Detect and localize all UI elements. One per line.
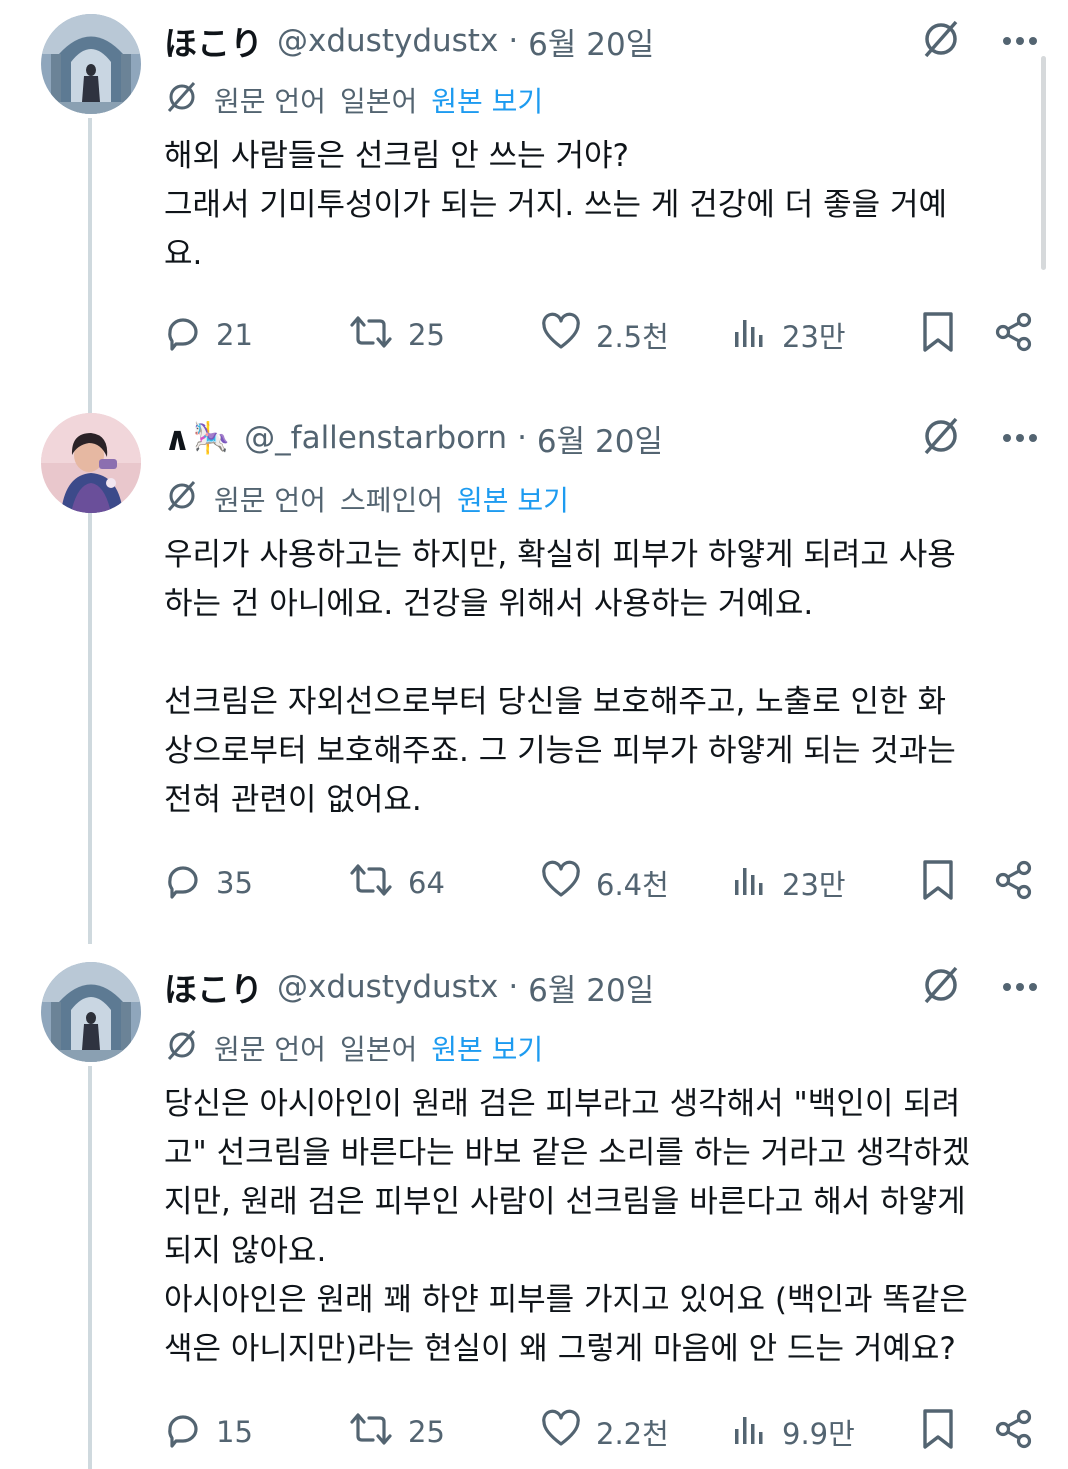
- date[interactable]: 6월 20일: [537, 416, 663, 461]
- scrollbar[interactable]: [1041, 56, 1046, 270]
- action-bar: 21 25 2.5천 23만: [162, 310, 1038, 360]
- like-icon: [540, 860, 582, 907]
- reply-count: 21: [216, 318, 253, 352]
- avatar[interactable]: [41, 962, 141, 1062]
- reply-button[interactable]: 15: [162, 1407, 253, 1457]
- share-button[interactable]: [994, 1407, 1034, 1457]
- bookmark-icon: [918, 310, 958, 361]
- translate-icon[interactable]: [918, 962, 964, 1012]
- retweet-icon: [348, 312, 394, 359]
- bookmark-button[interactable]: [918, 310, 958, 360]
- share-button[interactable]: [994, 310, 1034, 360]
- reply-button[interactable]: 21: [162, 310, 253, 360]
- bookmark-icon: [918, 1407, 958, 1458]
- translated-label: 원문 언어: [214, 1033, 326, 1066]
- translation-notice: 원문 언어 스페인어 원본 보기: [164, 477, 569, 521]
- retweet-count: 25: [408, 1415, 445, 1449]
- tweet-text: 해외 사람들은 선크림 안 쓰는 거야? 그래서 기미투성이가 되는 거지. 쓰…: [164, 138, 948, 272]
- tweet-text: 당신은 아시아인이 원래 검은 피부라고 생각해서 "백인이 되려 고" 선크림…: [164, 1086, 971, 1367]
- like-button[interactable]: 6.4천: [540, 858, 669, 908]
- action-bar: 35 64 6.4천 23만: [162, 858, 1038, 908]
- reply-icon: [162, 1409, 202, 1456]
- views-button[interactable]: 23만: [732, 310, 846, 360]
- display-name[interactable]: ∧: [164, 419, 191, 458]
- share-icon: [994, 1408, 1034, 1457]
- translation-notice: 원문 언어 일본어 원본 보기: [164, 78, 543, 122]
- view-count: 23만: [782, 320, 846, 354]
- views-icon: [732, 1409, 768, 1456]
- reply-count: 15: [216, 1415, 253, 1449]
- bookmark-icon: [918, 858, 958, 909]
- more-icon[interactable]: [1002, 420, 1038, 456]
- source-language: 일본어: [339, 1033, 418, 1066]
- views-icon: [732, 860, 768, 907]
- date[interactable]: 6월 20일: [528, 19, 654, 64]
- handle[interactable]: @xdustydustx: [277, 23, 498, 59]
- reply-icon: [162, 860, 202, 907]
- display-name[interactable]: ほこり: [164, 17, 263, 65]
- show-original-link[interactable]: 원본 보기: [431, 80, 543, 120]
- translated-label: 원문 언어: [214, 85, 326, 118]
- separator: ·: [508, 969, 519, 1005]
- translation-notice: 원문 언어 일본어 원본 보기: [164, 1026, 543, 1070]
- separator: ·: [508, 23, 519, 59]
- source-language: 스페인어: [339, 484, 443, 517]
- reply-count: 35: [216, 866, 253, 900]
- tweet-header: ∧ 🎠 @_fallenstarborn · 6월 20일: [164, 413, 1048, 463]
- translate-icon[interactable]: [918, 413, 964, 463]
- action-bar: 15 25 2.2천 9.9만: [162, 1407, 1038, 1457]
- retweet-button[interactable]: 25: [348, 1407, 445, 1457]
- like-count: 2.2천: [596, 1417, 669, 1451]
- retweet-icon: [348, 860, 394, 907]
- share-icon: [994, 859, 1034, 908]
- show-original-link[interactable]: 원본 보기: [431, 1028, 543, 1068]
- separator: ·: [517, 420, 527, 456]
- reply-button[interactable]: 35: [162, 858, 253, 908]
- display-name[interactable]: ほこり: [164, 963, 263, 1011]
- like-button[interactable]: 2.5천: [540, 310, 669, 360]
- translate-icon[interactable]: [918, 16, 964, 66]
- more-icon[interactable]: [1002, 969, 1038, 1005]
- translated-label: 원문 언어: [214, 484, 326, 517]
- handle[interactable]: @_fallenstarborn: [244, 420, 507, 456]
- like-icon: [540, 1409, 582, 1456]
- translate-icon: [164, 478, 200, 521]
- avatar[interactable]: [41, 413, 141, 513]
- source-language: 일본어: [339, 85, 418, 118]
- like-button[interactable]: 2.2천: [540, 1407, 669, 1457]
- date[interactable]: 6월 20일: [528, 965, 654, 1010]
- retweet-count: 25: [408, 318, 445, 352]
- display-name-emoji: 🎠: [192, 420, 231, 456]
- bookmark-button[interactable]: [918, 858, 958, 908]
- like-icon: [540, 312, 582, 359]
- views-button[interactable]: 9.9만: [732, 1407, 855, 1457]
- tweet-header: ほこり @xdustydustx · 6월 20일: [164, 16, 1048, 66]
- views-icon: [732, 312, 768, 359]
- share-button[interactable]: [994, 858, 1034, 908]
- show-original-link[interactable]: 원본 보기: [457, 479, 569, 519]
- reply-icon: [162, 312, 202, 359]
- translate-icon: [164, 1027, 200, 1070]
- tweet-text: 우리가 사용하고는 하지만, 확실히 피부가 하얗게 되려고 사용 하는 건 아…: [164, 537, 956, 818]
- views-button[interactable]: 23만: [732, 858, 846, 908]
- bookmark-button[interactable]: [918, 1407, 958, 1457]
- like-count: 6.4천: [596, 868, 669, 902]
- view-count: 23만: [782, 868, 846, 902]
- tweet-header: ほこり @xdustydustx · 6월 20일: [164, 962, 1048, 1012]
- retweet-button[interactable]: 25: [348, 310, 445, 360]
- like-count: 2.5천: [596, 320, 669, 354]
- thread-line: [88, 118, 92, 944]
- retweet-count: 64: [408, 866, 445, 900]
- avatar[interactable]: [41, 14, 141, 114]
- view-count: 9.9만: [782, 1417, 855, 1451]
- more-icon[interactable]: [1002, 23, 1038, 59]
- share-icon: [994, 311, 1034, 360]
- retweet-icon: [348, 1409, 394, 1456]
- retweet-button[interactable]: 64: [348, 858, 445, 908]
- thread-line: [88, 1066, 92, 1469]
- handle[interactable]: @xdustydustx: [277, 969, 498, 1005]
- translate-icon: [164, 79, 200, 122]
